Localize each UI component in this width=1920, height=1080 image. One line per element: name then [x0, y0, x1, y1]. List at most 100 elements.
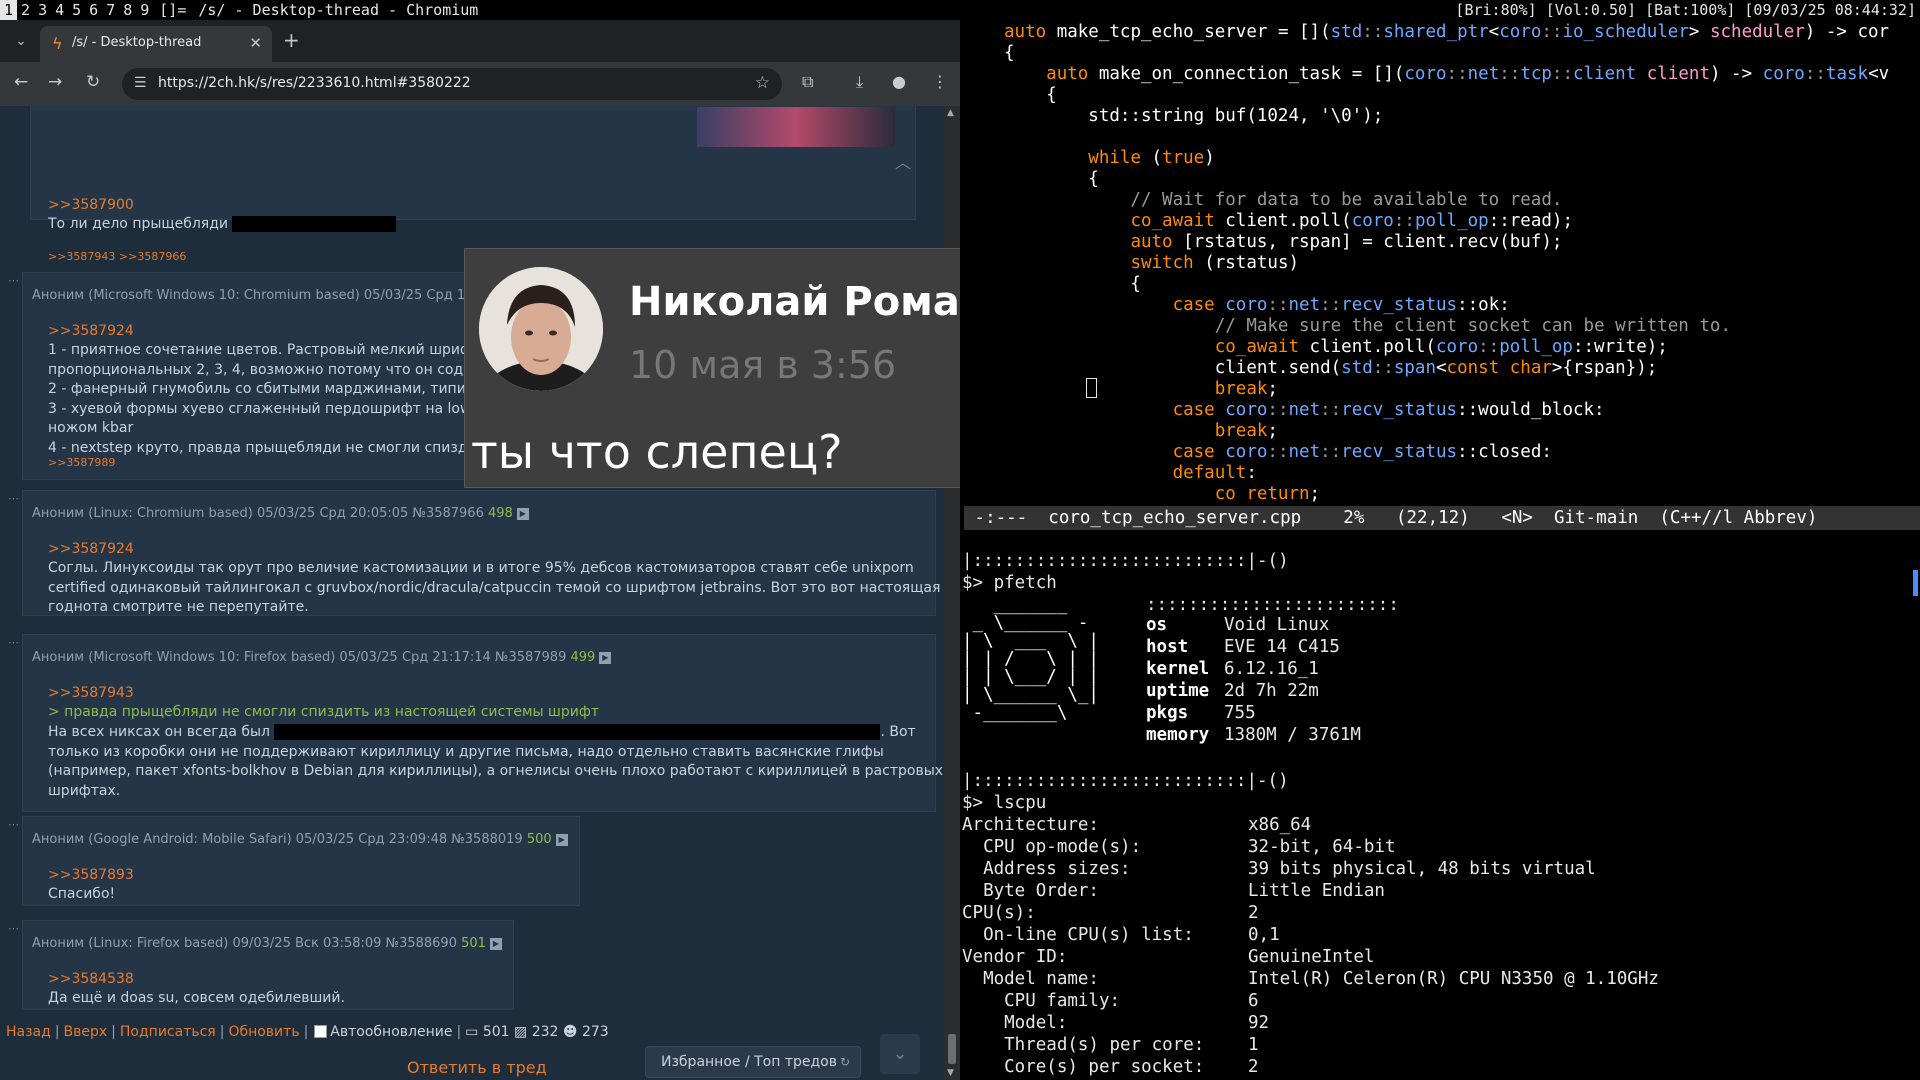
play-icon[interactable]: ▶	[599, 651, 612, 664]
tab-strip: ⌄ ϟ /s/ - Desktop-thread ✕ +	[0, 20, 960, 62]
lscpu-key: On-line CPU(s) list:	[962, 925, 1194, 945]
post-menu-icon[interactable]: ⋯	[8, 274, 19, 287]
emacs-window[interactable]: auto make_tcp_echo_server = [](std::shar…	[964, 20, 1920, 532]
plus-icon[interactable]: +	[283, 30, 300, 50]
site-settings-icon[interactable]: ☰	[134, 75, 147, 91]
fetch-value: 755	[1224, 703, 1256, 723]
fetch-key: memory	[1146, 725, 1210, 745]
reply-in-thread-button[interactable]: Ответить в тред	[407, 1058, 547, 1077]
lscpu-value: x86_64	[1248, 815, 1312, 835]
chevron-down-icon[interactable]: ⌄	[10, 30, 32, 52]
terminal-window[interactable]: |::::::::::::::::::::::::::|-() $> pfetc…	[960, 534, 1920, 1080]
lscpu-key: Vendor ID:	[962, 947, 1068, 967]
post-menu-icon[interactable]: ⋯	[8, 922, 19, 935]
back-link[interactable]: Назад	[6, 1024, 51, 1040]
code-buffer[interactable]: auto make_tcp_echo_server = [](std::shar…	[1004, 22, 1920, 502]
lscpu-value: 32-bit, 64-bit	[1248, 837, 1396, 857]
avatar	[479, 267, 603, 391]
flame-favicon-icon: ϟ	[52, 34, 63, 53]
wm-status-bar: 1 2 3 4 5 6 7 8 9 []= /s/ - Desktop-thread - Chrom…	[0, 0, 1920, 20]
post-quote: > правда прыщебляди не смогли спиздить и…	[48, 704, 599, 720]
post-reply-link[interactable]: >>3587943	[48, 684, 134, 704]
posts-count: 501	[482, 1024, 510, 1040]
star-icon[interactable]: ☆	[755, 73, 770, 93]
code-line: co_await client.poll(coro::poll_op::writ…	[1214, 337, 1668, 357]
workspace-8[interactable]: 8	[119, 0, 136, 20]
scrollbar-thumb[interactable]	[948, 1034, 956, 1064]
lscpu-value: Intel(R) Celeron(R) CPU N3350 @ 1.10GHz	[1248, 969, 1659, 989]
menu-dots-icon[interactable]: ⋮	[932, 72, 948, 91]
post-text: То ли дело прыщебляди	[48, 215, 397, 235]
play-icon[interactable]: ▶	[489, 937, 502, 950]
workspace-1[interactable]: 1	[0, 0, 18, 20]
post-thumbnail[interactable]	[697, 107, 895, 147]
fetch-row: uptime 2d 7h 22m	[1146, 680, 1319, 702]
workspace-list: 123456789	[0, 0, 153, 20]
up-link[interactable]: Вверх	[64, 1024, 108, 1040]
workspace-7[interactable]: 7	[102, 0, 119, 20]
image-icon: ▨	[514, 1024, 528, 1040]
lscpu-row: Model name: Intel(R) Celeron(R) CPU N3350…	[962, 968, 1659, 990]
workspace-5[interactable]: 5	[68, 0, 85, 20]
favorites-panel[interactable]: Избранное / Топ тредов ↻	[645, 1046, 861, 1078]
profile-icon[interactable]: ●	[892, 72, 906, 91]
forward-arrow-icon[interactable]: →	[48, 72, 62, 92]
pfetch-dots: ::::::::::::::::::::::::	[1146, 595, 1399, 615]
post-menu-icon[interactable]: ⋯	[8, 818, 19, 831]
workspace-3[interactable]: 3	[34, 0, 51, 20]
favorites-label: Избранное / Топ тредов	[661, 1054, 837, 1070]
lscpu-value: GenuineIntel	[1248, 947, 1375, 967]
post-text: 1 - приятное сочетание цветов. Растровый…	[48, 342, 481, 456]
play-icon[interactable]: ▶	[555, 833, 568, 846]
refresh-icon[interactable]: ↻	[840, 1055, 850, 1069]
scroll-down-icon[interactable]: ⌄	[880, 1034, 920, 1074]
lscpu-row: Core(s) per socket: 2	[962, 1056, 1259, 1078]
workspace-4[interactable]: 4	[51, 0, 68, 20]
autorefresh-checkbox[interactable]	[314, 1024, 328, 1038]
lscpu-row: Vendor ID: GenuineIntel	[962, 946, 1374, 968]
post-reply-link[interactable]: >>3584538	[48, 970, 134, 990]
play-icon[interactable]: ▶	[516, 507, 529, 520]
fetch-row: memory 1380M / 3761M	[1146, 724, 1361, 746]
post-text: Да ещё и doas su, совсем одебилевший.	[48, 990, 345, 1006]
lscpu-key: Core(s) per socket:	[962, 1057, 1205, 1077]
workspace-6[interactable]: 6	[85, 0, 102, 20]
address-bar[interactable]: ☰ https://2ch.hk/s/res/2233610.html#3580…	[122, 68, 782, 100]
code-line: {	[1004, 43, 1015, 63]
reload-icon[interactable]: ↻	[86, 72, 100, 92]
code-line: default:	[1172, 463, 1257, 483]
post-reply-link[interactable]: >>3587924	[48, 322, 134, 342]
code-line: case coro::net::recv_status::would_block…	[1172, 400, 1605, 420]
lscpu-key: Architecture:	[962, 815, 1099, 835]
code-line: auto [rstatus, rspan] = client.recv(buf)…	[1130, 232, 1563, 252]
post-reply-link[interactable]: >>3587924	[48, 540, 134, 560]
chevron-up-icon[interactable]: ︿	[895, 149, 911, 173]
url-text: https://2ch.hk/s/res/2233610.html#358022…	[158, 75, 471, 91]
lscpu-key: Model name:	[962, 969, 1099, 989]
lscpu-row: CPU op-mode(s): 32-bit, 64-bit	[962, 836, 1396, 858]
close-icon[interactable]: ✕	[249, 34, 262, 52]
lscpu-row: CPU family: 6	[962, 990, 1259, 1012]
subscribe-link[interactable]: Подписаться	[120, 1024, 216, 1040]
lscpu-value: 6	[1248, 991, 1259, 1011]
post-reply-link[interactable]: >>3587893	[48, 866, 134, 886]
scroll-up-arrow-icon[interactable]: ▲	[947, 108, 954, 118]
post-replies[interactable]: >>3587989	[48, 456, 115, 469]
lscpu-key: Thread(s) per core:	[962, 1035, 1205, 1055]
lscpu-value: 2	[1248, 1057, 1259, 1077]
workspace-9[interactable]: 9	[136, 0, 153, 20]
extensions-icon[interactable]: ⧉	[802, 72, 813, 92]
workspace-2[interactable]: 2	[17, 0, 34, 20]
post-reply-link[interactable]: >>3587900	[48, 196, 134, 216]
download-icon[interactable]: ⤓	[856, 72, 863, 92]
post-menu-icon[interactable]: ⋯	[8, 492, 19, 505]
post: ︿	[30, 106, 916, 220]
back-arrow-icon[interactable]: ←	[14, 72, 28, 92]
browser-window: ⌄ ϟ /s/ - Desktop-thread ✕ + ← → ↻ ☰ htt…	[0, 20, 1052, 1080]
post-menu-icon[interactable]: ⋯	[8, 636, 19, 649]
refresh-link[interactable]: Обновить	[228, 1024, 299, 1040]
prompt-bar: |::::::::::::::::::::::::::|-()	[962, 551, 1289, 571]
scroll-down-arrow-icon[interactable]: ▼	[947, 1068, 954, 1078]
post-replies[interactable]: >>3587943 >>3587966	[48, 250, 186, 263]
browser-tab[interactable]: ϟ /s/ - Desktop-thread ✕	[40, 26, 272, 62]
